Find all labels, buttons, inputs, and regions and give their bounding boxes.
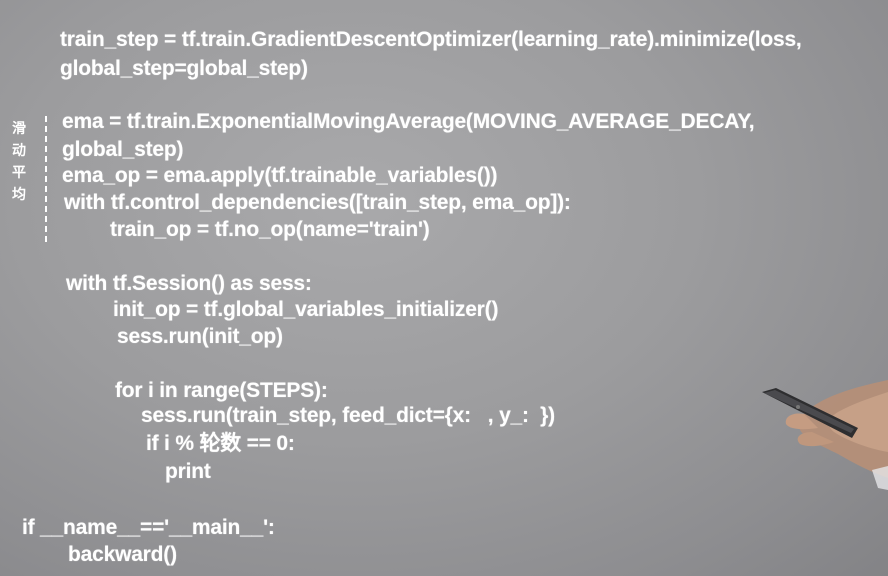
lecture-slide: 滑动平均 train_step = tf.train.GradientDesce… [0,0,888,576]
presenter-hand-with-remote [762,380,888,490]
